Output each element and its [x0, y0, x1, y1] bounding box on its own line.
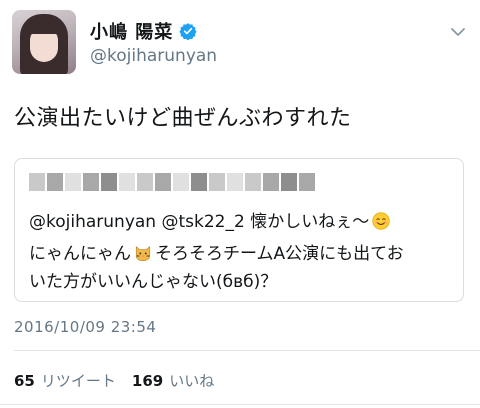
pixel-block [227, 173, 243, 191]
pixel-block [191, 173, 207, 191]
tweet-card: 小嶋 陽菜 @kojiharunyan 公演出たいけど曲ぜんぶわすれた @koj… [0, 0, 480, 408]
display-name[interactable]: 小嶋 陽菜 [90, 18, 173, 44]
quote-text-line-1: @kojiharunyan @tsk22_2 懐かしいねぇ〜 [29, 207, 390, 232]
chevron-down-icon[interactable] [450, 24, 466, 40]
verified-badge-icon [179, 23, 197, 40]
pixel-block [65, 173, 81, 191]
pixel-block [173, 173, 189, 191]
pixel-block [47, 173, 63, 191]
pixel-block [137, 173, 153, 191]
divider [14, 350, 480, 351]
tweet-header: 小嶋 陽菜 @kojiharunyan [12, 10, 468, 76]
engagement-stats: 65 リツイート 169 いいね [14, 370, 224, 391]
pixel-block [119, 173, 135, 191]
avatar-bangs [26, 20, 62, 34]
retweet-count[interactable]: 65 [14, 372, 35, 390]
pixel-block [29, 173, 45, 191]
quote-text-line-3: いた方がいいんじゃない(бвб)？ [29, 272, 278, 292]
divider-bottom [0, 404, 480, 405]
avatar[interactable] [12, 10, 76, 74]
pixel-block [299, 173, 315, 191]
quote-text-line-2: にゃんにゃん そろそろチームA公演にも出てお [29, 239, 404, 264]
pixel-block [263, 173, 279, 191]
quote-line-2a-text: にゃんにゃん [29, 244, 131, 264]
quoted-tweet[interactable]: @kojiharunyan @tsk22_2 懐かしいねぇ〜 にゃんにゃん そろ… [14, 158, 464, 302]
name-row: 小嶋 陽菜 [90, 18, 197, 44]
smiling-face-emoji [372, 212, 390, 230]
quote-line-2b-text: そろそろチームA公演にも出てお [155, 244, 404, 264]
like-label[interactable]: いいね [169, 370, 214, 391]
quoted-author-pixelated [29, 173, 315, 191]
pixel-block [101, 173, 117, 191]
pixel-block [245, 173, 261, 191]
pixel-block [281, 173, 297, 191]
tweet-text: 公演出たいけど曲ぜんぶわすれた [14, 106, 352, 131]
cat-face-emoji [135, 246, 151, 261]
pixel-block [209, 173, 225, 191]
pixel-block [155, 173, 171, 191]
pixel-block [83, 173, 99, 191]
quote-line-1-text: @kojiharunyan @tsk22_2 懐かしいねぇ〜 [29, 212, 370, 232]
retweet-label[interactable]: リツイート [41, 370, 116, 391]
user-handle[interactable]: @kojiharunyan [90, 46, 217, 66]
tweet-timestamp[interactable]: 2016/10/09 23:54 [14, 318, 156, 336]
like-count[interactable]: 169 [132, 372, 163, 390]
